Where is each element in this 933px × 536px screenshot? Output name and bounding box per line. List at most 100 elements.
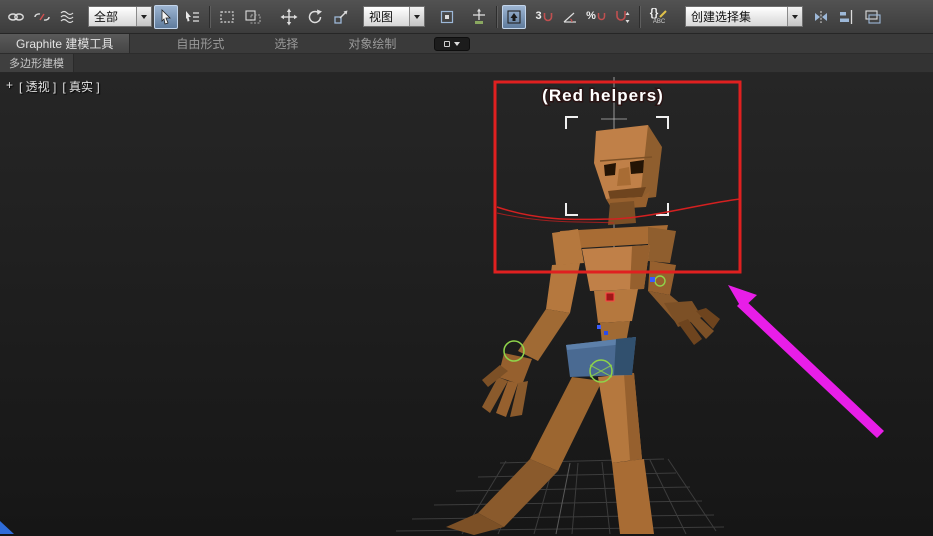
callout-arrow xyxy=(728,285,884,438)
ribbon-minimize-dropdown[interactable] xyxy=(434,37,470,51)
ribbon-tab-bar: Graphite 建模工具 自由形式 选择 对象绘制 xyxy=(0,34,933,54)
selection-filter-dropdown[interactable]: 全部 xyxy=(88,6,152,27)
select-arrow-icon xyxy=(157,8,175,26)
tab-freeform[interactable]: 自由形式 xyxy=(172,35,228,52)
window-crossing-icon xyxy=(244,8,262,26)
corner-marker xyxy=(0,521,14,534)
chest-shadow xyxy=(630,245,650,289)
selection-filter-arrow-button[interactable] xyxy=(136,7,151,26)
annotation-text: (Red helpers) xyxy=(542,86,664,105)
ground-grid xyxy=(396,459,724,534)
use-pivot-center-button[interactable] xyxy=(435,5,459,29)
arrow-shaft xyxy=(737,299,884,438)
spinner-snap-button[interactable] xyxy=(610,5,634,29)
perspective-viewport[interactable]: + [ 透视 ] [ 真实 ] xyxy=(0,73,933,536)
ribbon-state-icon xyxy=(444,41,450,47)
select-and-scale-button[interactable] xyxy=(329,5,353,29)
chevron-down-icon xyxy=(792,15,798,19)
region-rect-icon xyxy=(218,8,236,26)
neck xyxy=(608,201,636,225)
spinner-snap-icon xyxy=(613,8,631,26)
viewport-scene[interactable]: (Red helpers) xyxy=(0,73,933,536)
viewport-menu-shading[interactable]: [ 真实 ] xyxy=(62,78,99,95)
abdomen-upper xyxy=(594,289,638,323)
right-shoulder-pad xyxy=(648,227,676,263)
layer-manager-button[interactable] xyxy=(861,5,885,29)
link-icon xyxy=(7,8,25,26)
spacewarp-icon xyxy=(59,8,77,26)
chevron-down-icon xyxy=(141,15,147,19)
chevron-down-icon xyxy=(414,15,420,19)
reference-coordinate-value: 视图 xyxy=(364,7,409,26)
select-and-manipulate-button[interactable] xyxy=(467,5,491,29)
magnet-icon xyxy=(543,12,553,22)
select-by-name-icon xyxy=(183,8,201,26)
viewport-menu-general[interactable]: + xyxy=(6,78,13,95)
named-selection-set-arrow-button[interactable] xyxy=(787,7,802,26)
forward-shin xyxy=(612,459,654,534)
toolbar-separator xyxy=(639,6,640,28)
angle-snap-button[interactable] xyxy=(558,5,582,29)
magnet-icon xyxy=(597,12,606,21)
tab-selection[interactable]: 选择 xyxy=(270,35,302,52)
select-and-rotate-button[interactable] xyxy=(303,5,327,29)
panel-tab-polygon-modeling[interactable]: 多边形建模 xyxy=(0,54,74,72)
toolbar-separator xyxy=(496,6,497,28)
blue-dot-helper xyxy=(597,325,601,329)
left-forearm xyxy=(518,309,570,361)
layers-icon xyxy=(864,8,882,26)
character-model[interactable] xyxy=(446,125,720,535)
bracket-bottom-left xyxy=(566,203,578,215)
blue-dot-helper xyxy=(650,277,655,282)
braces-label: {} xyxy=(650,8,659,19)
align-icon xyxy=(838,8,856,26)
bracket-top-right xyxy=(656,117,668,129)
named-selection-set-value: 创建选择集 xyxy=(686,7,787,26)
percent-snap-button[interactable]: % xyxy=(584,5,608,29)
tab-object-paint[interactable]: 对象绘制 xyxy=(344,35,400,52)
right-arm[interactable] xyxy=(648,261,720,345)
viewport-menu-pov[interactable]: [ 透视 ] xyxy=(19,78,56,95)
snap-3d-label: 3 xyxy=(535,11,541,22)
chevron-down-icon xyxy=(454,42,460,46)
mirror-button[interactable] xyxy=(809,5,833,29)
manipulate-icon xyxy=(470,8,488,26)
percent-snap-label: % xyxy=(586,11,596,22)
tab-graphite-modeling[interactable]: Graphite 建模工具 xyxy=(0,34,130,53)
reference-coordinate-arrow-button[interactable] xyxy=(409,7,424,26)
reference-coordinate-dropdown[interactable]: 视图 xyxy=(363,6,425,27)
head[interactable] xyxy=(594,125,662,225)
forward-leg[interactable] xyxy=(598,373,654,534)
pelvis-band-shadow xyxy=(614,337,636,375)
select-object-button[interactable] xyxy=(154,5,178,29)
main-toolbar: 全部 xyxy=(0,0,933,34)
rotate-icon xyxy=(306,8,324,26)
abc-label: ABC xyxy=(653,19,665,25)
blue-dot-helper xyxy=(604,331,608,335)
bind-to-spacewarp-button[interactable] xyxy=(56,5,80,29)
rectangular-selection-region-button[interactable] xyxy=(215,5,239,29)
viewport-label: + [ 透视 ] [ 真实 ] xyxy=(6,78,100,95)
select-by-name-button[interactable] xyxy=(180,5,204,29)
nose xyxy=(617,167,631,186)
red-box-helper[interactable] xyxy=(606,293,614,301)
align-button[interactable] xyxy=(835,5,859,29)
scale-icon xyxy=(332,8,350,26)
select-and-move-button[interactable] xyxy=(277,5,301,29)
mirror-icon xyxy=(812,8,830,26)
pencil-icon xyxy=(659,9,668,18)
bracket-top-left xyxy=(566,117,578,129)
named-selection-set-dropdown[interactable]: 创建选择集 xyxy=(685,6,803,27)
snaps-toggle-button[interactable]: 3 xyxy=(532,5,556,29)
keyboard-shortcut-override-button[interactable] xyxy=(502,5,526,29)
window-crossing-toggle-button[interactable] xyxy=(241,5,265,29)
left-eye xyxy=(604,163,616,176)
toolbar-separator xyxy=(209,6,210,28)
edit-named-selection-sets-button[interactable]: {} ABC xyxy=(645,5,673,29)
unlink-selection-button[interactable] xyxy=(30,5,54,29)
right-eye xyxy=(630,160,644,174)
selection-filter-value: 全部 xyxy=(89,7,136,26)
select-and-link-button[interactable] xyxy=(4,5,28,29)
move-icon xyxy=(280,8,298,26)
pivot-center-icon xyxy=(438,8,456,26)
